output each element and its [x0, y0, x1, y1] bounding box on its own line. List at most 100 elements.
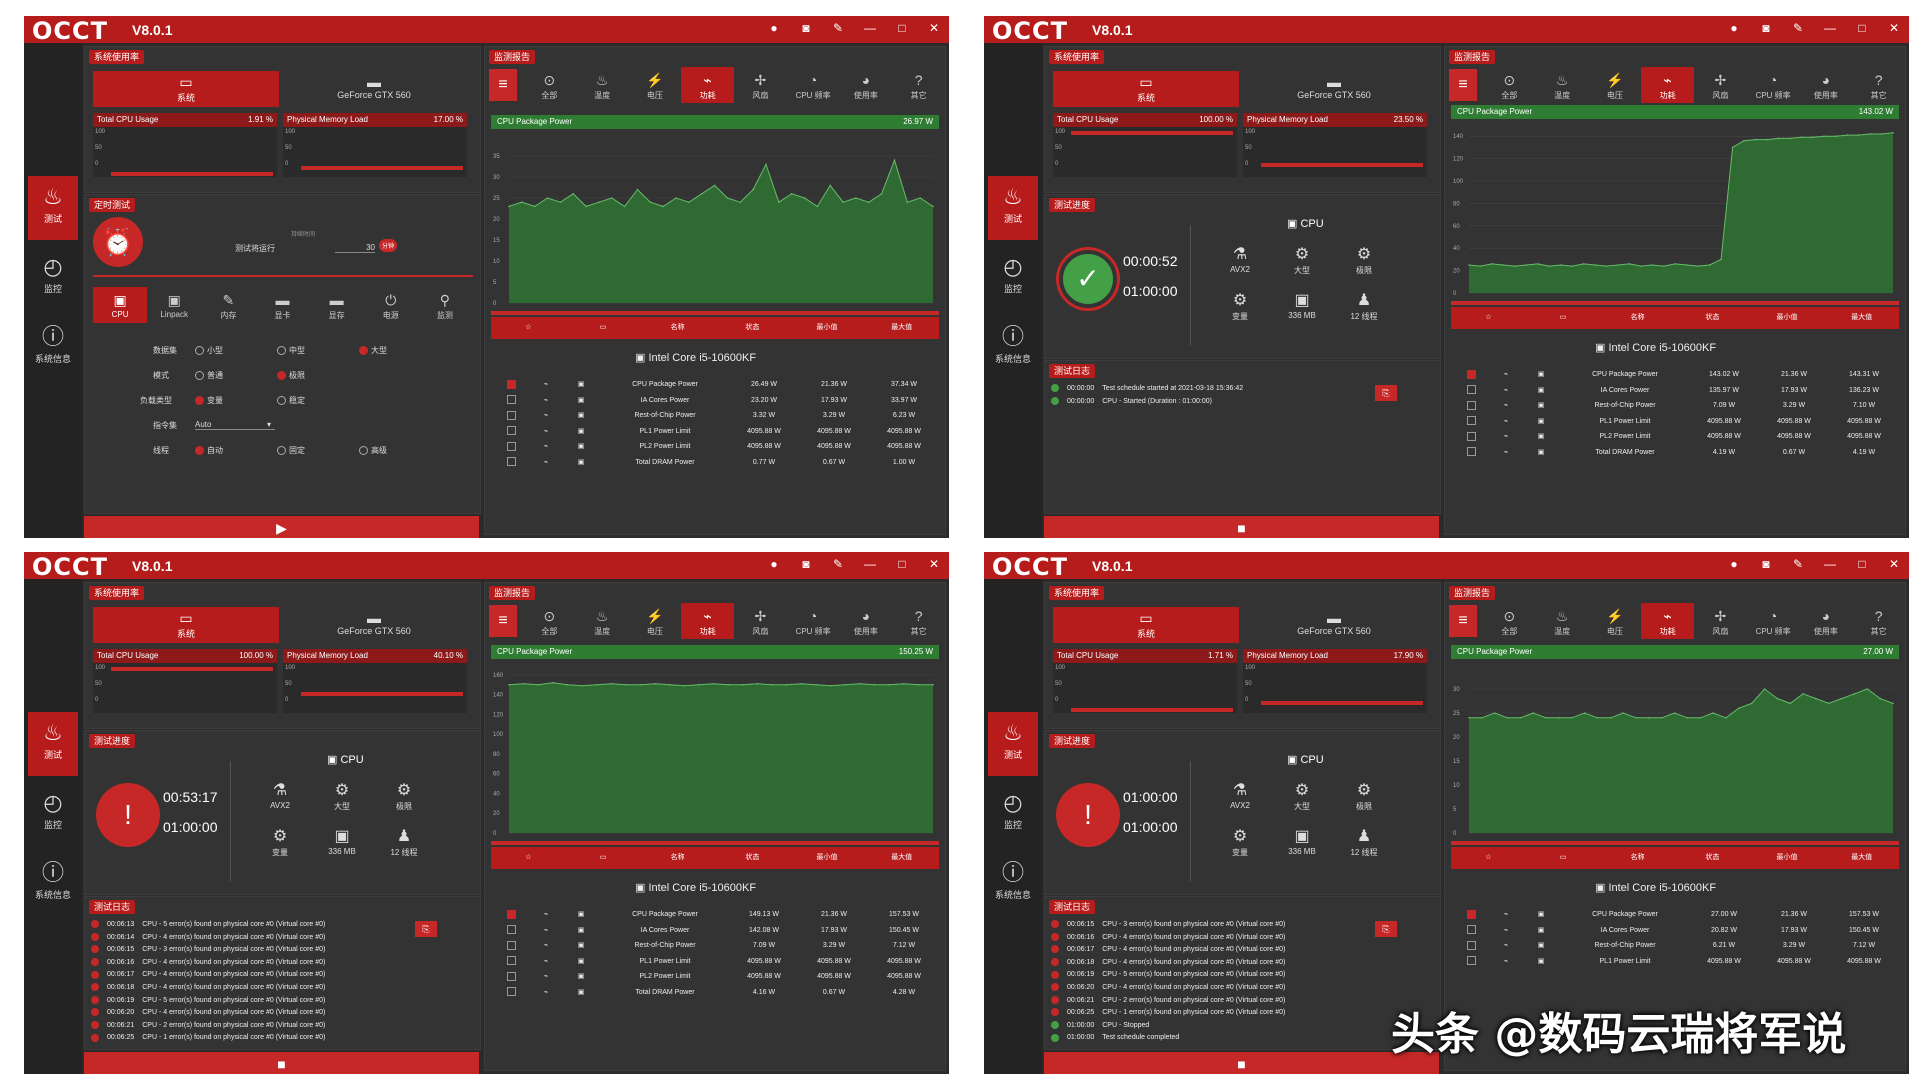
- radio[interactable]: [195, 396, 204, 406]
- tab-voltage[interactable]: ⚡ 电压: [629, 603, 682, 639]
- tab-fan[interactable]: ✢ 风扇: [734, 67, 787, 103]
- camera-icon[interactable]: ◙: [1759, 21, 1773, 35]
- tab-other[interactable]: ? 其它: [892, 67, 945, 103]
- checkbox[interactable]: [1466, 956, 1476, 966]
- radio-option[interactable]: 小型: [195, 345, 223, 356]
- settings-icon[interactable]: ✎: [1791, 21, 1805, 35]
- tab-power[interactable]: ⌁ 功耗: [1641, 67, 1694, 103]
- graph-toggle-icon[interactable]: ▣: [561, 985, 601, 1000]
- radio[interactable]: [277, 371, 286, 381]
- minimize-button[interactable]: —: [863, 21, 877, 35]
- row-checkbox[interactable]: [1451, 938, 1491, 953]
- row-checkbox[interactable]: [491, 923, 531, 938]
- tab-all[interactable]: ⊙ 全部: [523, 67, 576, 103]
- tab-fan[interactable]: ✢ 风扇: [1694, 67, 1747, 103]
- checkbox[interactable]: [506, 925, 516, 935]
- tab-test-monitor[interactable]: ⚲ 监测: [418, 287, 472, 323]
- tab-test-vram[interactable]: ▬ 显存: [310, 287, 364, 323]
- graph-toggle-icon[interactable]: ▣: [1521, 907, 1561, 922]
- stop-button[interactable]: ■: [84, 1052, 479, 1074]
- radio-option[interactable]: 固定: [277, 445, 305, 456]
- checkbox[interactable]: [1466, 369, 1476, 379]
- graph-toggle-icon[interactable]: ▣: [561, 424, 601, 439]
- sidebar-item-test[interactable]: ♨ 测试: [988, 176, 1038, 240]
- close-button[interactable]: ✕: [1887, 21, 1901, 35]
- graph-toggle-icon[interactable]: ▣: [1521, 383, 1561, 398]
- tab-temp[interactable]: ♨ 温度: [576, 603, 629, 639]
- row-checkbox[interactable]: [1451, 923, 1491, 938]
- radio[interactable]: [277, 346, 286, 356]
- settings-icon[interactable]: ✎: [831, 21, 845, 35]
- checkbox[interactable]: [506, 971, 516, 981]
- graph-toggle-icon[interactable]: ▣: [1521, 938, 1561, 953]
- tab-gpu[interactable]: ▬ GeForce GTX 560: [281, 71, 467, 107]
- graph-toggle-icon[interactable]: ▣: [1521, 445, 1561, 460]
- checkbox[interactable]: [1466, 940, 1476, 950]
- radio-option[interactable]: 普通: [195, 370, 223, 381]
- radio-option[interactable]: 中型: [277, 345, 305, 356]
- graph-toggle-icon[interactable]: ▣: [561, 969, 601, 984]
- sidebar-item-test[interactable]: ♨ 测试: [28, 712, 78, 776]
- tab-other[interactable]: ? 其它: [1852, 603, 1905, 639]
- close-button[interactable]: ✕: [927, 557, 941, 571]
- graph-toggle-icon[interactable]: ▣: [561, 377, 601, 392]
- row-checkbox[interactable]: [1451, 445, 1491, 460]
- graph-toggle-icon[interactable]: ▣: [561, 907, 601, 922]
- tab-temp[interactable]: ♨ 温度: [1536, 603, 1589, 639]
- tab-power[interactable]: ⌁ 功耗: [681, 67, 734, 103]
- checkbox[interactable]: [506, 395, 516, 405]
- maximize-button[interactable]: □: [895, 557, 909, 571]
- checkbox[interactable]: [1466, 925, 1476, 935]
- tab-all[interactable]: ⊙ 全部: [523, 603, 576, 639]
- maximize-button[interactable]: □: [895, 21, 909, 35]
- radio-option[interactable]: 自动: [195, 445, 223, 456]
- tab-system[interactable]: ▭ 系统: [93, 607, 279, 643]
- camera-icon[interactable]: ◙: [799, 21, 813, 35]
- close-button[interactable]: ✕: [1887, 557, 1901, 571]
- checkbox[interactable]: [1466, 400, 1476, 410]
- graph-toggle-icon[interactable]: ▣: [561, 923, 601, 938]
- tab-system[interactable]: ▭ 系统: [93, 71, 279, 107]
- row-checkbox[interactable]: [491, 408, 531, 423]
- checkbox[interactable]: [1466, 385, 1476, 395]
- radio[interactable]: [359, 346, 368, 356]
- maximize-button[interactable]: □: [1855, 21, 1869, 35]
- tab-usage[interactable]: ◕ 使用率: [840, 67, 893, 103]
- tab-cpu-freq[interactable]: ◔ CPU 频率: [787, 603, 840, 639]
- row-checkbox[interactable]: [1451, 907, 1491, 922]
- minimize-button[interactable]: —: [863, 557, 877, 571]
- tab-voltage[interactable]: ⚡ 电压: [1589, 67, 1642, 103]
- radio[interactable]: [359, 446, 368, 456]
- graph-toggle-icon[interactable]: ▣: [1521, 429, 1561, 444]
- radio-option[interactable]: 大型: [359, 345, 387, 356]
- stop-button[interactable]: ■: [1044, 1052, 1439, 1074]
- tab-system[interactable]: ▭ 系统: [1053, 71, 1239, 107]
- tab-usage[interactable]: ◕ 使用率: [1800, 603, 1853, 639]
- tab-temp[interactable]: ♨ 温度: [1536, 67, 1589, 103]
- sidebar-item-test[interactable]: ♨ 测试: [28, 176, 78, 240]
- row-checkbox[interactable]: [1451, 383, 1491, 398]
- graph-toggle-icon[interactable]: ▣: [1521, 367, 1561, 382]
- checkbox[interactable]: [506, 909, 516, 919]
- row-checkbox[interactable]: [491, 969, 531, 984]
- radio[interactable]: [277, 396, 286, 406]
- radio[interactable]: [195, 446, 204, 456]
- tab-test-cpu[interactable]: ▣ CPU: [93, 287, 148, 323]
- row-checkbox[interactable]: [1451, 398, 1491, 413]
- tab-power[interactable]: ⌁ 功耗: [1641, 603, 1694, 639]
- menu-button[interactable]: ≡: [1449, 605, 1477, 637]
- tab-fan[interactable]: ✢ 风扇: [734, 603, 787, 639]
- info-icon[interactable]: ●: [767, 21, 781, 35]
- menu-button[interactable]: ≡: [489, 69, 517, 101]
- copy-log-button[interactable]: ⎘: [415, 921, 437, 937]
- tab-other[interactable]: ? 其它: [1852, 67, 1905, 103]
- row-checkbox[interactable]: [491, 424, 531, 439]
- graph-toggle-icon[interactable]: ▣: [1521, 398, 1561, 413]
- graph-toggle-icon[interactable]: ▣: [1521, 954, 1561, 969]
- checkbox[interactable]: [506, 940, 516, 950]
- sidebar-item-test[interactable]: ♨ 测试: [988, 712, 1038, 776]
- sidebar-item-monitor[interactable]: ◴ 监控: [988, 782, 1038, 846]
- graph-toggle-icon[interactable]: ▣: [561, 938, 601, 953]
- checkbox[interactable]: [506, 457, 516, 467]
- tab-fan[interactable]: ✢ 风扇: [1694, 603, 1747, 639]
